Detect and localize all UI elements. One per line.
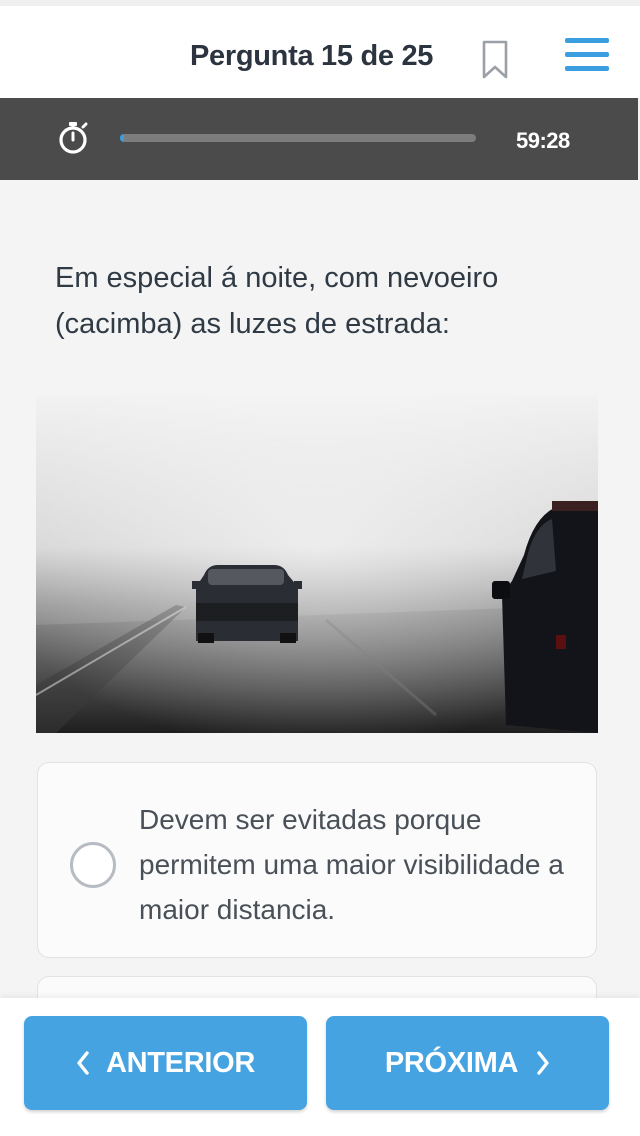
question-text: Em especial á noite, com nevoeiro (cacim… [55, 262, 499, 340]
hamburger-menu-icon[interactable] [565, 36, 611, 76]
stopwatch-icon [55, 118, 93, 156]
quiz-screen: Pergunta 15 de 25 59:28 Em especial á no… [0, 0, 640, 1136]
next-button-label: PRÓXIMA [384, 1046, 519, 1079]
answer-text: Devem ser evitadas porque permitem uma m… [139, 804, 564, 925]
chevron-right-icon [537, 1051, 549, 1075]
previous-button-label: ANTERIOR [105, 1046, 256, 1079]
bottom-navigation: ANTERIOR PRÓXIMA [0, 998, 640, 1136]
radio-button[interactable] [70, 842, 116, 888]
previous-button[interactable]: ANTERIOR [24, 1016, 307, 1110]
question-image [36, 395, 598, 733]
answer-option[interactable]: Devem ser evitadas porque permitem uma m… [37, 762, 597, 958]
next-button[interactable]: PRÓXIMA [326, 1016, 609, 1110]
question-counter: Pergunta 15 de 25 [190, 40, 434, 72]
bookmark-icon[interactable] [481, 40, 509, 80]
timer-progress-fill [120, 134, 124, 142]
chevron-left-icon [77, 1051, 89, 1075]
top-header: Pergunta 15 de 25 [0, 0, 640, 98]
timer-progress-bar [120, 134, 476, 142]
timer-remaining: 59:28 [516, 128, 570, 153]
